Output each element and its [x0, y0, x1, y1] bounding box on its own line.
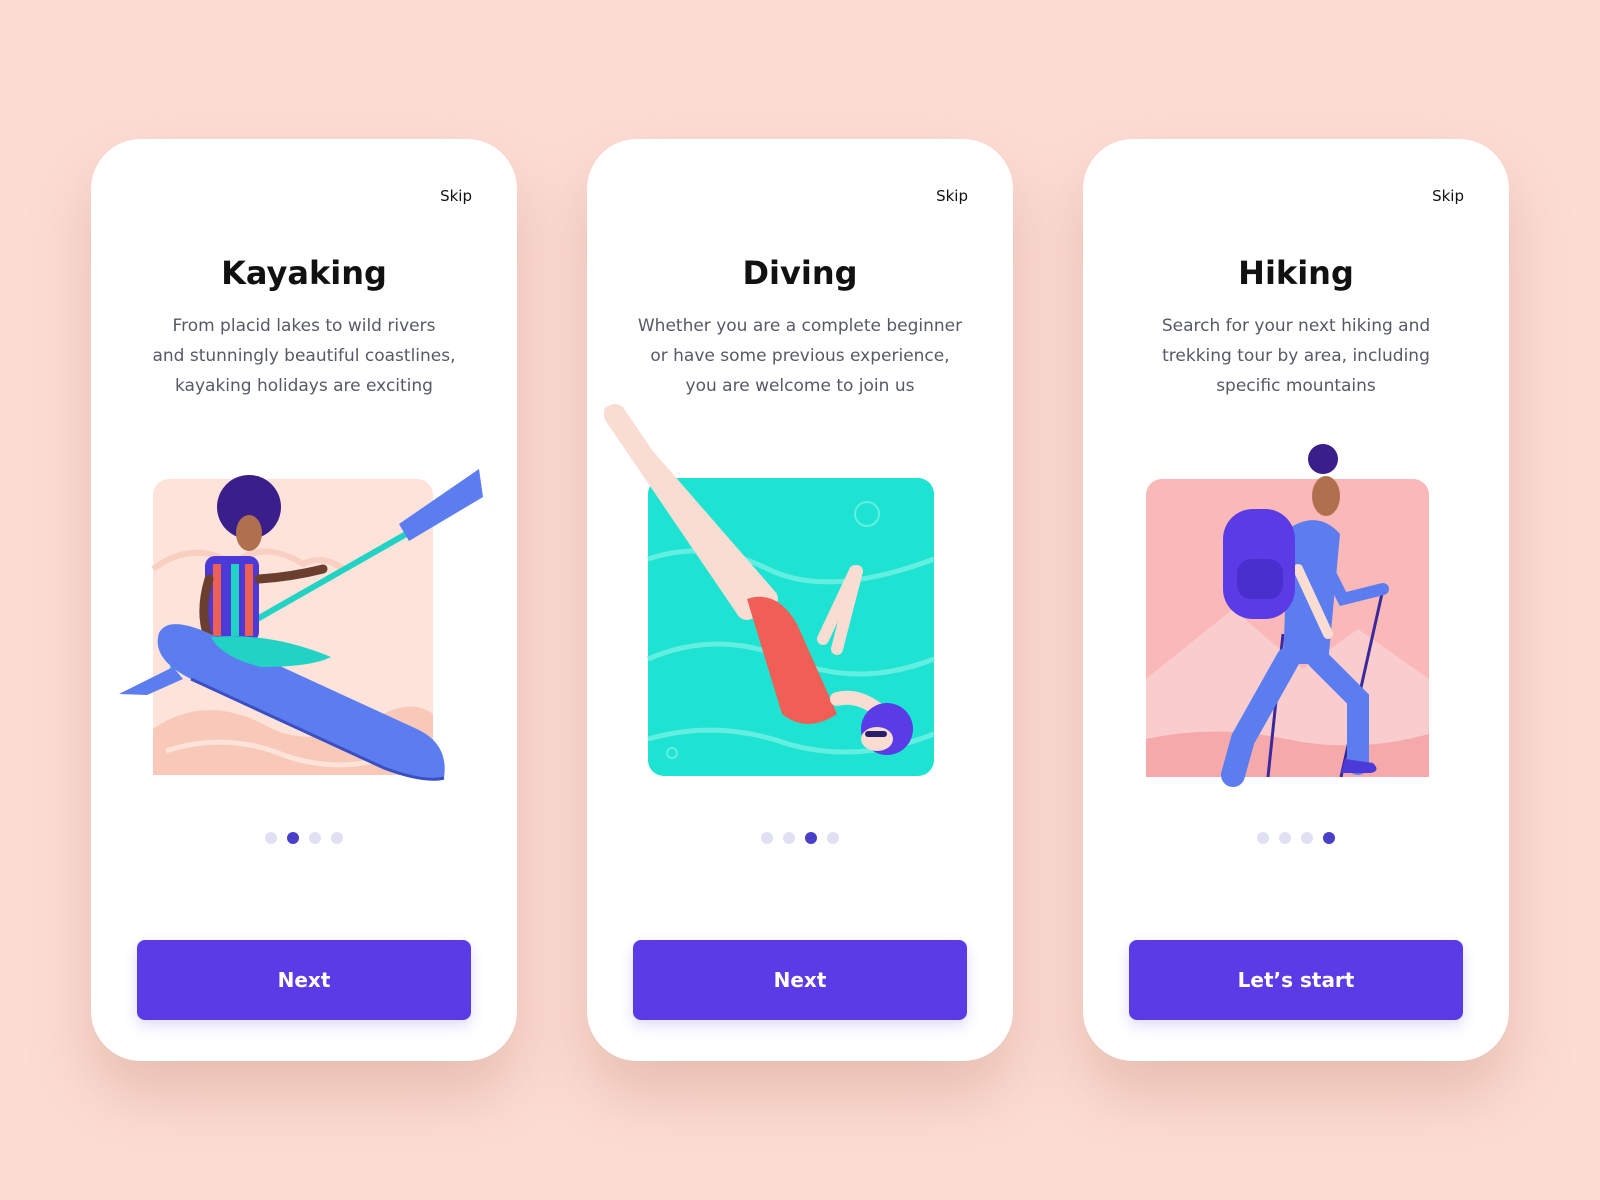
page-dot[interactable] — [1257, 832, 1269, 844]
page-dot-active[interactable] — [1323, 832, 1335, 844]
page-dot[interactable] — [309, 832, 321, 844]
page-dot[interactable] — [331, 832, 343, 844]
onboarding-screen-kayaking: Skip Kayaking From placid lakes to wild … — [91, 139, 517, 1061]
page-indicator — [1083, 832, 1509, 844]
hiker-illustration — [1146, 444, 1429, 787]
onboarding-screen-hiking: Skip Hiking Search for your next hiking … — [1083, 139, 1509, 1061]
page-dot[interactable] — [1279, 832, 1291, 844]
kayaker-illustration — [119, 469, 483, 781]
diver-illustration — [604, 404, 935, 776]
page-indicator — [91, 832, 517, 844]
page-dot[interactable] — [761, 832, 773, 844]
page-dot[interactable] — [265, 832, 277, 844]
lets-start-button[interactable]: Let’s start — [1129, 940, 1463, 1020]
next-button[interactable]: Next — [137, 940, 471, 1020]
onboarding-screen-diving: Skip Diving Whether you are a complete b… — [587, 139, 1013, 1061]
page-dot-active[interactable] — [805, 832, 817, 844]
page-dot-active[interactable] — [287, 832, 299, 844]
page-dot[interactable] — [827, 832, 839, 844]
page-indicator — [587, 832, 1013, 844]
page-dot[interactable] — [1301, 832, 1313, 844]
page-dot[interactable] — [783, 832, 795, 844]
next-button[interactable]: Next — [633, 940, 967, 1020]
